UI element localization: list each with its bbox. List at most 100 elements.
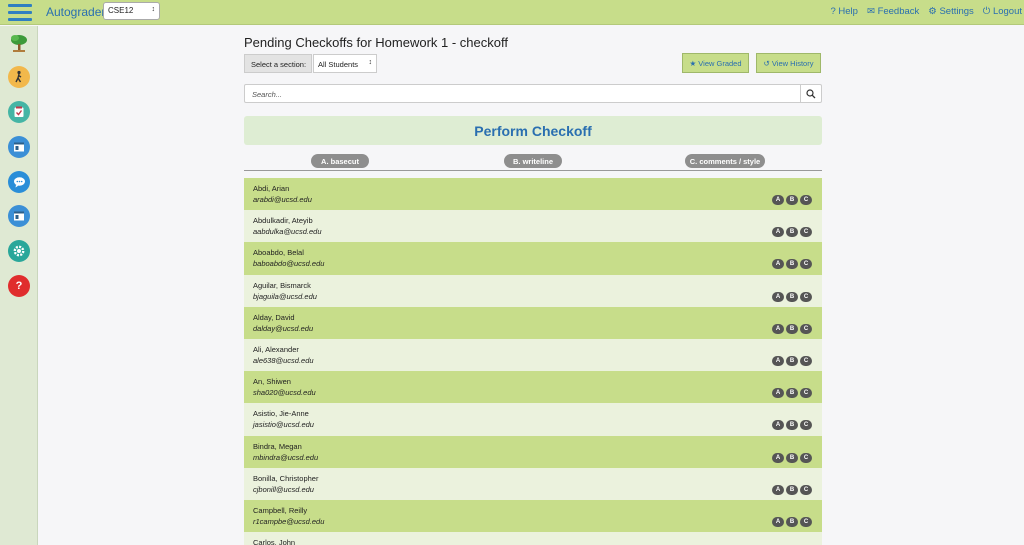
student-name: Aguilar, Bismarck [253, 280, 311, 290]
feedback-link[interactable]: ✉ Feedback [867, 6, 919, 17]
person-walking-icon[interactable] [8, 66, 30, 88]
student-row[interactable]: Carlos, JohnABC [244, 532, 822, 545]
student-row[interactable]: An, Shiwen sha020@ucsd.edu A B C [244, 371, 822, 404]
view-history-button[interactable]: ↺ View History [756, 53, 821, 73]
checkoff-badge-b[interactable]: B [786, 227, 798, 238]
brand-link[interactable]: Autograder [46, 5, 105, 19]
checkoff-badge-a[interactable]: A [772, 420, 784, 431]
student-list: Abdi, Arian arabdi@ucsd.edu A B C Abdulkadir,… [244, 178, 822, 545]
student-name: Bindra, Megan [253, 441, 302, 451]
checkoff-badge-a[interactable]: A [772, 259, 784, 270]
checkoff-badge-b[interactable]: B [786, 420, 798, 431]
checkoff-badge-b[interactable]: B [786, 259, 798, 270]
column-header-a[interactable]: A. basecut [311, 154, 369, 168]
student-name: Carlos, John [253, 538, 296, 545]
envelope-icon: ✉ [866, 6, 878, 17]
checkoff-badge-c[interactable]: C [800, 291, 812, 302]
checkoff-badge-c[interactable]: C [800, 452, 812, 463]
checkoff-badge-a[interactable]: A [772, 195, 784, 205]
student-row[interactable]: Alday, David dalday@ucsd.edu A B C [244, 306, 822, 339]
student-row[interactable]: Abdulkadir, Ateyib aabdulka@ucsd.edu A B C [244, 210, 822, 243]
checkoff-badge-b[interactable]: B [786, 516, 798, 527]
checkoff-badge-a[interactable]: A [772, 484, 784, 495]
checkoff-badge-c[interactable]: C [800, 484, 812, 495]
student-row[interactable]: Aguilar, Bismarck bjaguila@ucsd.edu A B C [244, 274, 822, 307]
section-select[interactable]: All Students ↕ [313, 54, 377, 73]
column-header-c[interactable]: C. comments / style [685, 154, 765, 168]
sidebar: ? [0, 26, 38, 545]
student-name: Aboabdo, Belal [253, 248, 304, 258]
checkoff-badge-b[interactable]: B [786, 195, 798, 205]
checkoff-badge-a[interactable]: A [772, 388, 784, 399]
student-email: sha020@ucsd.edu [253, 388, 316, 398]
section-label: Select a section: [244, 54, 312, 73]
checkoff-badge-b[interactable]: B [786, 323, 798, 334]
logout-link[interactable]: ⏻ Logout [983, 6, 1022, 17]
checkoff-badge-c[interactable]: C [800, 355, 812, 366]
column-header-b[interactable]: B. writeline [504, 154, 562, 168]
gear-icon[interactable] [8, 240, 30, 262]
student-email: ale638@ucsd.edu [253, 355, 314, 365]
checkoff-badge-c[interactable]: C [800, 259, 812, 270]
checkoff-badge-a[interactable]: A [772, 227, 784, 238]
student-email: jasistio@ucsd.edu [253, 420, 314, 430]
settings-link[interactable]: ⚙ Settings [928, 6, 973, 17]
section-select-value: All Students [318, 60, 359, 69]
checkoff-badge-c[interactable]: C [800, 420, 812, 431]
checkoff-badge-a[interactable]: A [772, 516, 784, 527]
checkoff-badge-b[interactable]: B [786, 355, 798, 366]
student-email: dalday@ucsd.edu [253, 323, 314, 333]
student-row[interactable]: Aboabdo, Belal baboabdo@ucsd.edu A B C [244, 242, 822, 275]
menu-icon[interactable] [8, 4, 32, 21]
view-history-label: View History [771, 59, 814, 68]
checkoff-badges: ABC [772, 452, 812, 463]
checkoff-badge-c[interactable]: C [800, 323, 812, 334]
window-icon[interactable] [8, 205, 30, 227]
power-icon: ⏻ [982, 6, 993, 17]
window-icon[interactable] [8, 136, 30, 158]
student-name: An, Shiwen [253, 377, 291, 387]
question-icon[interactable]: ? [8, 275, 30, 297]
student-name: Abdulkadir, Ateyib [253, 216, 313, 226]
checkoff-badge-a[interactable]: A [772, 355, 784, 366]
checkoff-badge-c[interactable]: C [800, 516, 812, 527]
student-row[interactable]: Bindra, Megan mbindra@ucsd.edu A B C [244, 435, 822, 468]
student-email: cjbonill@ucsd.edu [253, 484, 314, 494]
checkoff-badge-b[interactable]: B [786, 388, 798, 399]
student-row[interactable]: Bonilla, Christopher cjbonill@ucsd.edu A B C [244, 467, 822, 500]
checkoff-badge-c[interactable]: C [800, 195, 812, 205]
student-name: Abdi, Arian [253, 184, 290, 193]
student-row[interactable]: Asistio, Jie-Anne jasistio@ucsd.edu A B C [244, 403, 822, 436]
chat-bubble-icon[interactable] [8, 171, 30, 193]
checkoff-badge-b[interactable]: B [786, 484, 798, 495]
tree-icon[interactable] [8, 32, 30, 54]
student-row[interactable]: Campbell, Reilly r1campbe@ucsd.edu A B C [244, 499, 822, 533]
feedback-label: Feedback [877, 6, 920, 17]
student-row[interactable]: Abdi, Arian arabdi@ucsd.edu A B C [244, 178, 822, 211]
clipboard-check-icon[interactable] [8, 101, 30, 123]
student-row[interactable]: Ali, Alexander ale638@ucsd.edu A B C [244, 338, 822, 372]
student-email: mbindra@ucsd.edu [253, 452, 319, 462]
checkoff-badges: ABC [772, 323, 812, 334]
view-graded-button[interactable]: ★ View Graded [682, 53, 749, 73]
perform-checkoff-banner: Perform Checkoff [244, 116, 822, 145]
course-select[interactable]: CSE12 ↕ [103, 2, 160, 20]
checkoff-badge-a[interactable]: A [772, 452, 784, 463]
student-name: Asistio, Jie-Anne [253, 409, 309, 419]
checkoff-badge-b[interactable]: B [786, 452, 798, 463]
help-link[interactable]: ? Help [830, 6, 857, 17]
checkoff-badges: ABC [772, 484, 812, 495]
checkoff-badge-a[interactable]: A [772, 291, 784, 302]
settings-label: Settings [939, 6, 974, 17]
search-button[interactable] [800, 84, 822, 103]
checkoff-badge-c[interactable]: C [800, 227, 812, 238]
search-input[interactable]: Search... [244, 84, 801, 103]
student-email: bjaguila@ucsd.edu [253, 291, 317, 301]
divider [244, 170, 822, 171]
checkoff-badges: ABC [772, 259, 812, 270]
checkoff-badge-a[interactable]: A [772, 323, 784, 334]
checkoff-badge-b[interactable]: B [786, 291, 798, 302]
gear-icon: ⚙ [928, 6, 940, 17]
checkoff-badge-c[interactable]: C [800, 388, 812, 399]
student-name: Campbell, Reilly [253, 505, 308, 515]
